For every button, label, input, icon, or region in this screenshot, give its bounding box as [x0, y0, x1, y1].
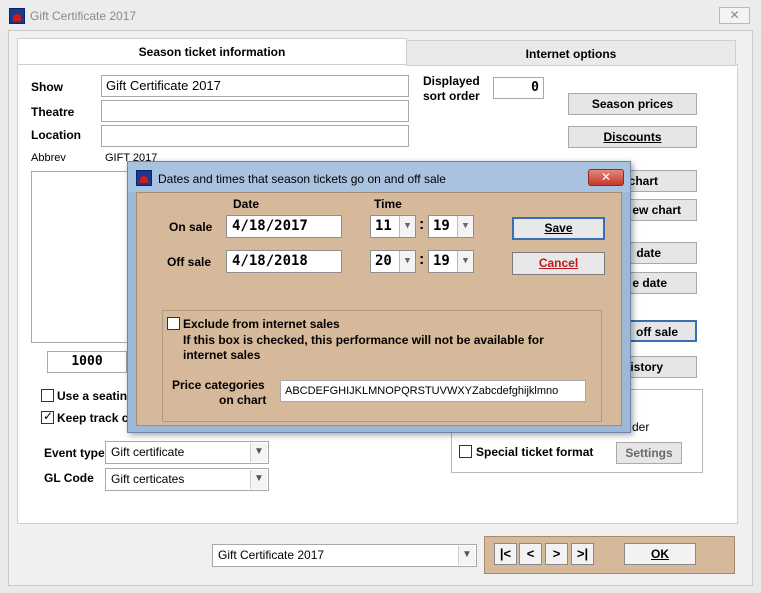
- use-seating-checkbox[interactable]: [41, 389, 54, 402]
- cancel-button[interactable]: Cancel: [512, 252, 605, 275]
- off-sale-date-field[interactable]: 4/18/2018: [226, 250, 342, 273]
- nav-prev-button[interactable]: <: [519, 543, 542, 565]
- settings-button[interactable]: Settings: [616, 442, 682, 464]
- price-categories-label: Price categories: [172, 378, 265, 392]
- chevron-down-icon: ▼: [458, 546, 475, 565]
- keep-track-checkbox[interactable]: [41, 409, 54, 424]
- dialog-close-button[interactable]: ✕: [588, 169, 624, 186]
- show-select-value: Gift Certificate 2017: [218, 548, 325, 562]
- nav-first-button[interactable]: |<: [494, 543, 517, 565]
- off-sale-hour-spinner[interactable]: 20 ▼: [370, 250, 416, 273]
- window-title: Gift Certificate 2017: [30, 9, 137, 23]
- off-sale-hour-value: 20: [375, 253, 392, 269]
- off-sale-minute-value: 19: [433, 253, 450, 269]
- show-select[interactable]: Gift Certificate 2017 ▼: [212, 544, 477, 567]
- app-logo-icon: [9, 8, 25, 24]
- save-button[interactable]: Save: [512, 217, 605, 240]
- date-header: Date: [233, 197, 260, 211]
- price-categories-label-2: on chart: [219, 393, 267, 407]
- nav-last-button[interactable]: >|: [571, 543, 594, 565]
- description-textarea[interactable]: [31, 171, 131, 343]
- theatre-label: Theatre: [31, 105, 75, 119]
- chevron-down-icon: ▼: [399, 216, 415, 237]
- discounts-button[interactable]: Discounts: [568, 126, 697, 148]
- exclude-note-line-1: If this box is checked, this performance…: [183, 333, 544, 347]
- tab-season-ticket-information[interactable]: Season ticket information: [17, 38, 407, 64]
- number-field[interactable]: 1000: [47, 351, 127, 373]
- keep-track-label: Keep track c: [57, 411, 129, 425]
- chevron-down-icon: ▼: [457, 251, 473, 272]
- displayed-sort-label: Displayed: [423, 74, 480, 88]
- show-label: Show: [31, 80, 63, 94]
- time-header: Time: [374, 197, 402, 211]
- on-sale-minute-value: 19: [433, 218, 450, 234]
- location-field[interactable]: [101, 125, 409, 147]
- on-sale-hour-spinner[interactable]: 11 ▼: [370, 215, 416, 238]
- gl-code-select[interactable]: Gift certicates ▼: [105, 468, 269, 491]
- show-field[interactable]: Gift Certificate 2017: [101, 75, 409, 97]
- window-close-button[interactable]: ✕: [719, 7, 750, 24]
- sort-order-field[interactable]: 0: [493, 77, 544, 99]
- exclude-internet-checkbox[interactable]: [167, 317, 180, 330]
- season-prices-button[interactable]: Season prices: [568, 93, 697, 115]
- use-seating-label: Use a seatin: [57, 389, 128, 403]
- order-label-fragment: der: [632, 420, 650, 434]
- on-sale-hour-value: 11: [375, 218, 392, 234]
- event-type-label: Event type: [44, 446, 105, 460]
- exclude-note-line-2: internet sales: [183, 348, 261, 362]
- chevron-down-icon: ▼: [457, 216, 473, 237]
- special-ticket-label: Special ticket format: [476, 445, 594, 459]
- abbrev-label: Abbrev: [31, 152, 66, 164]
- exclude-internet-label: Exclude from internet sales: [183, 317, 340, 331]
- theatre-field[interactable]: [101, 100, 409, 122]
- on-sale-minute-spinner[interactable]: 19 ▼: [428, 215, 474, 238]
- event-type-select[interactable]: Gift certificate ▼: [105, 441, 269, 464]
- dialog-app-icon: [136, 170, 152, 186]
- dialog-title: Dates and times that season tickets go o…: [158, 172, 446, 186]
- time-separator: :: [419, 216, 425, 233]
- on-sale-label: On sale: [169, 220, 213, 234]
- chevron-down-icon: ▼: [250, 443, 267, 462]
- off-sale-minute-spinner[interactable]: 19 ▼: [428, 250, 474, 273]
- gl-code-value: Gift certicates: [111, 472, 185, 486]
- price-categories-field[interactable]: ABCDEFGHIJKLMNOPQRSTUVWXYZabcdefghijklmn…: [280, 380, 586, 402]
- on-sale-date-field[interactable]: 4/18/2017: [226, 215, 342, 238]
- gl-code-label: GL Code: [44, 471, 94, 485]
- time-separator: :: [419, 251, 425, 268]
- sort-order-label: sort order: [423, 89, 480, 103]
- tab-internet-options[interactable]: Internet options: [406, 40, 736, 66]
- nav-next-button[interactable]: >: [545, 543, 568, 565]
- off-sale-label: Off sale: [167, 255, 212, 269]
- chevron-down-icon: ▼: [399, 251, 415, 272]
- ok-button[interactable]: OK: [624, 543, 696, 565]
- special-ticket-checkbox[interactable]: [459, 445, 472, 458]
- chevron-down-icon: ▼: [250, 470, 267, 489]
- event-type-value: Gift certificate: [111, 445, 185, 459]
- location-label: Location: [31, 128, 81, 142]
